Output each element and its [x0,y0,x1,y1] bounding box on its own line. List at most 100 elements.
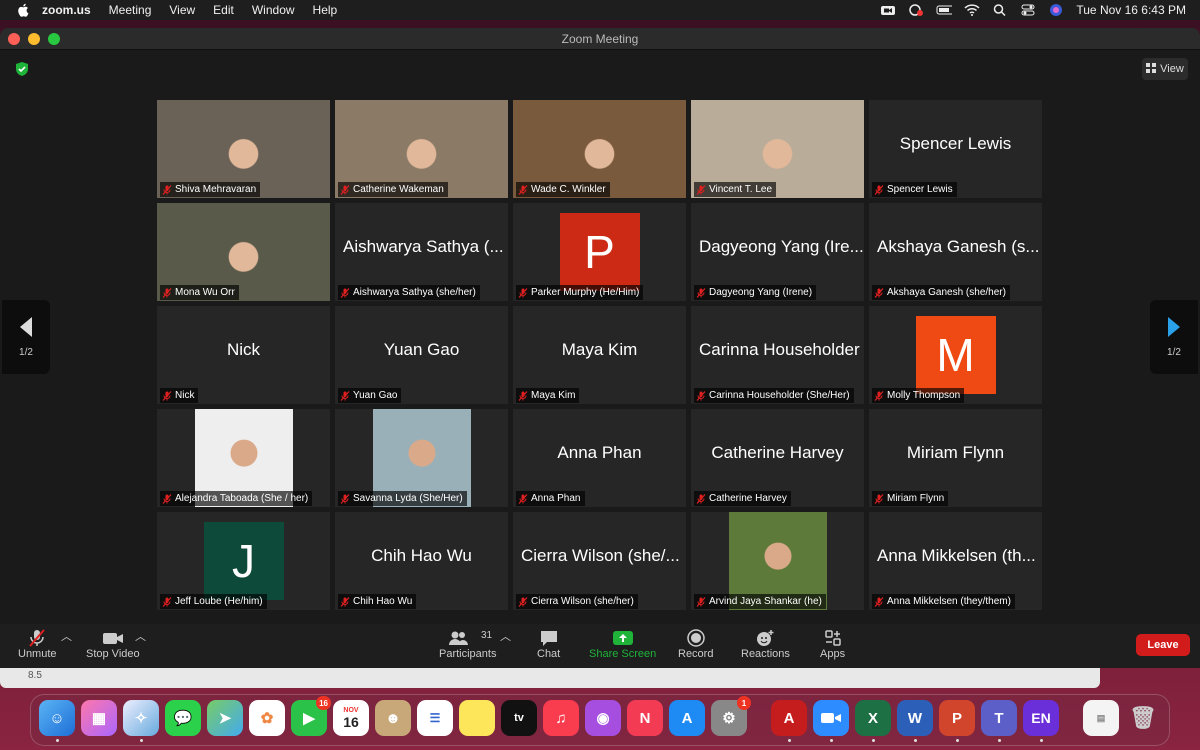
leave-button[interactable]: Leave [1136,634,1190,656]
news-icon[interactable]: N [627,700,663,736]
video-options-caret-icon[interactable]: ︿ [135,628,146,644]
mic-muted-icon [518,390,528,401]
participant-tile[interactable]: Cierra Wilson (she/... Cierra Wilson (she… [513,512,686,610]
participant-tile[interactable]: Spencer Lewis Spencer Lewis [869,100,1042,198]
word-icon[interactable]: W [897,700,933,736]
zoom-icon[interactable] [813,700,849,736]
participant-name-label: Miriam Flynn [872,491,949,506]
reactions-label: Reactions [741,648,790,660]
participant-tile[interactable]: Catherine Wakeman [335,100,508,198]
stop-video-button[interactable]: Stop Video [86,628,140,660]
participant-name: Akshaya Ganesh (she/her) [887,287,1006,298]
mic-muted-icon [518,493,528,504]
menu-window[interactable]: Window [252,3,295,17]
participant-tile[interactable]: Chih Hao Wu Chih Hao Wu [335,512,508,610]
participant-tile[interactable]: Maya Kim Maya Kim [513,306,686,404]
gallery-grid: Shiva Mehravaran Catherine Wakeman Wade C.… [157,100,1044,610]
acrobat-icon[interactable]: A [771,700,807,736]
record-button[interactable]: Record [678,628,713,660]
menu-app-name[interactable]: zoom.us [42,3,91,17]
messages-icon[interactable]: 💬 [165,700,201,736]
participant-tile[interactable]: Carinna Householder Carinna Householder (… [691,306,864,404]
reminders-icon[interactable]: ☰ [417,700,453,736]
facetime-icon[interactable]: ▶ 16 [291,696,331,736]
participant-tile[interactable]: Catherine Harvey Catherine Harvey [691,409,864,507]
participant-tile[interactable]: Anna Mikkelsen (th... Anna Mikkelsen (the… [869,512,1042,610]
control-center-icon[interactable] [1020,4,1036,16]
participants-button[interactable]: 31 Participants [439,628,496,660]
participant-tile[interactable]: Anna Phan Anna Phan [513,409,686,507]
music-icon[interactable]: ♫ [543,700,579,736]
menubar-clock[interactable]: Tue Nov 16 6:43 PM [1076,3,1186,17]
share-screen-button[interactable]: Share Screen [589,628,656,660]
participant-tile[interactable]: Dagyeong Yang (Ire... Dagyeong Yang (Iren… [691,203,864,301]
reactions-button[interactable]: Reactions [741,628,790,660]
wifi-icon[interactable] [964,4,980,16]
participant-tile[interactable]: Vincent T. Lee [691,100,864,198]
mic-muted-icon [340,287,350,298]
menu-meeting[interactable]: Meeting [109,3,152,17]
trash-icon[interactable]: 🗑 [1125,700,1161,736]
app-store-icon[interactable]: A [669,700,705,736]
finder-icon[interactable]: ☺ [39,700,75,736]
mic-muted-icon [518,596,528,607]
meeting-controls-toolbar: Unmute ︿ Stop Video ︿ 31 Participants ︿ … [0,624,1200,668]
chat-button[interactable]: Chat [537,628,560,660]
siri-icon[interactable] [1048,4,1064,16]
participants-options-caret-icon[interactable]: ︿ [500,628,511,644]
maps-icon[interactable]: ➤ [207,700,243,736]
next-page-button[interactable]: 1/2 [1150,300,1198,374]
podcasts-icon[interactable]: ◉ [585,700,621,736]
screen-share-status-icon[interactable] [908,4,924,16]
arrow-right-icon [1167,316,1181,341]
encryption-shield-icon[interactable] [14,61,30,77]
calendar-icon[interactable]: NOV 16 [333,700,369,736]
excel-icon[interactable]: X [855,700,891,736]
en-app-icon[interactable]: EN [1023,700,1059,736]
menu-view[interactable]: View [169,3,195,17]
participant-name-label: Arvind Jaya Shankar (he) [694,594,826,609]
battery-icon[interactable] [936,4,953,16]
zoom-status-icon[interactable] [880,4,896,16]
participant-name: Shiva Mehravaran [175,184,257,195]
participant-tile[interactable]: Miriam Flynn Miriam Flynn [869,409,1042,507]
apple-tv-icon[interactable]: tv [501,700,537,736]
notes-icon[interactable] [459,700,495,736]
page-indicator-left: 1/2 [19,347,33,358]
system-preferences-icon[interactable]: ⚙ 1 [711,696,751,736]
participant-tile[interactable]: Mona Wu Orr [157,203,330,301]
participant-tile[interactable]: P Parker Murphy (He/Him) [513,203,686,301]
participant-tile[interactable]: J Jeff Loube (He/him) [157,512,330,610]
previous-page-button[interactable]: 1/2 [2,300,50,374]
menu-edit[interactable]: Edit [213,3,234,17]
launchpad-icon[interactable]: ▦ [81,700,117,736]
view-button[interactable]: View [1142,58,1188,80]
teams-icon[interactable]: T [981,700,1017,736]
participant-tile[interactable]: Alejandra Taboada (She / her) [157,409,330,507]
participant-tile[interactable]: Shiva Mehravaran [157,100,330,198]
contacts-icon[interactable]: ☻ [375,700,411,736]
participant-tile[interactable]: Nick Nick [157,306,330,404]
participant-tile[interactable]: M Molly Thompson [869,306,1042,404]
menu-help[interactable]: Help [313,3,338,17]
photos-icon[interactable]: ✿ [249,700,285,736]
window-titlebar: Zoom Meeting [0,28,1200,50]
document-icon[interactable]: ▤ [1083,700,1119,736]
safari-icon[interactable]: ✧ [123,700,159,736]
participant-tile[interactable]: Aishwarya Sathya (... Aishwarya Sathya (s… [335,203,508,301]
participant-tile[interactable]: Arvind Jaya Shankar (he) [691,512,864,610]
participant-name: Anna Mikkelsen (they/them) [887,596,1011,607]
apps-button[interactable]: Apps [820,628,845,660]
participant-tile[interactable]: Yuan Gao Yuan Gao [335,306,508,404]
powerpoint-icon[interactable]: P [939,700,975,736]
participant-name-label: Yuan Gao [338,388,402,403]
audio-options-caret-icon[interactable]: ︿ [61,628,72,644]
participant-tile[interactable]: Akshaya Ganesh (s... Akshaya Ganesh (she/… [869,203,1042,301]
background-window: 8.5 [0,668,1100,688]
search-icon[interactable] [992,4,1008,16]
running-indicator [788,739,791,742]
participant-tile[interactable]: Savanna Lyda (She/Her) [335,409,508,507]
participant-tile[interactable]: Wade C. Winkler [513,100,686,198]
apple-menu-icon[interactable] [16,3,30,17]
unmute-button[interactable]: Unmute [18,628,57,660]
